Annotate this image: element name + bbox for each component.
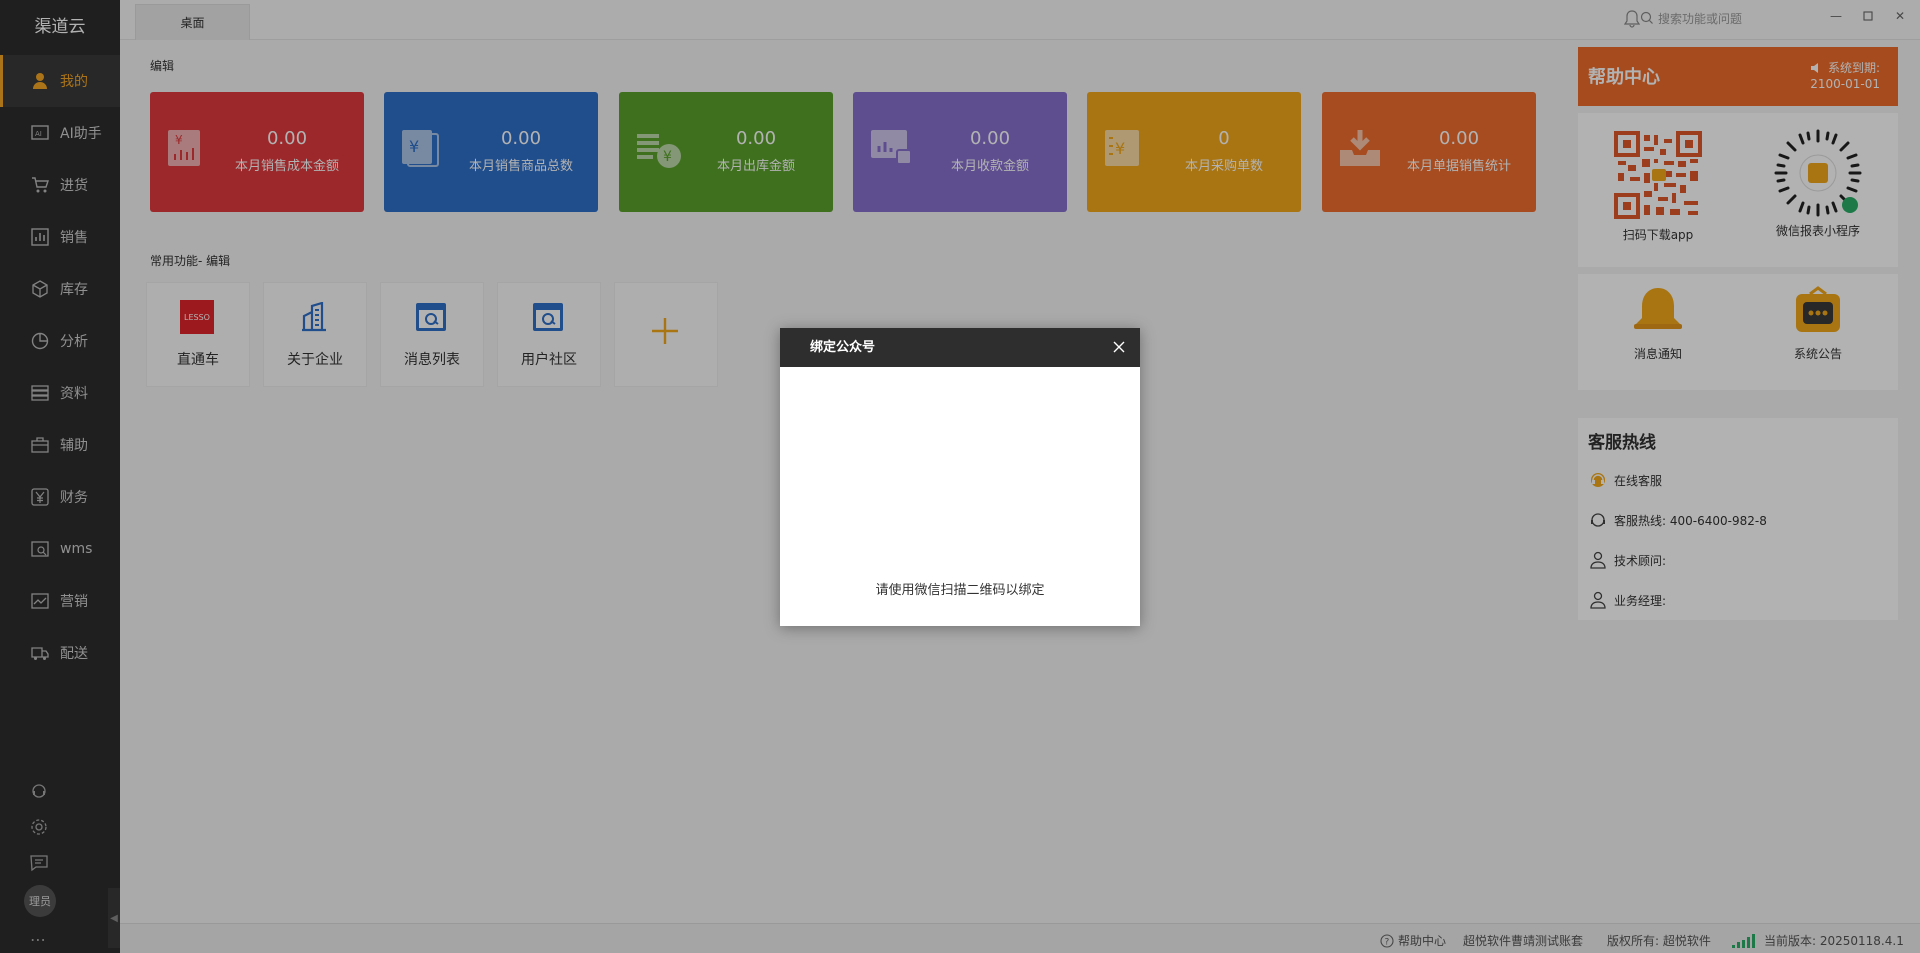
- dialog-body: 请使用微信扫描二维码以绑定: [780, 367, 1140, 626]
- bind-official-account-dialog: 绑定公众号 请使用微信扫描二维码以绑定: [780, 328, 1140, 626]
- dialog-message: 请使用微信扫描二维码以绑定: [875, 583, 1045, 598]
- dialog-header: 绑定公众号: [780, 328, 1140, 367]
- dialog-title: 绑定公众号: [810, 340, 876, 355]
- close-icon[interactable]: [1110, 338, 1128, 356]
